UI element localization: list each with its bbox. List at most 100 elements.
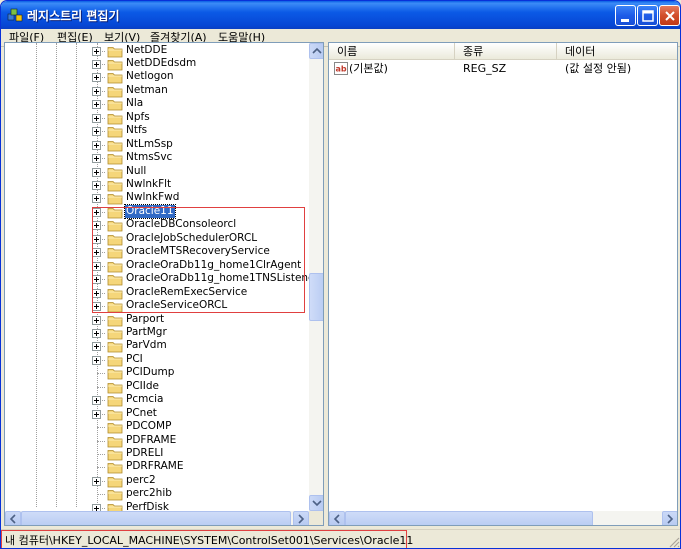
tree-item-label: Netlogon [126, 70, 174, 83]
tree-item-parport[interactable]: Parport [5, 313, 310, 327]
folder-icon [107, 396, 123, 407]
title-bar[interactable]: 레지스트리 편집기 [1, 1, 680, 29]
tree-item-label: PCnet [126, 406, 157, 419]
tree-item-label: PCIIde [126, 379, 159, 392]
tree-item-pdcomp[interactable]: PDCOMP [5, 420, 310, 434]
resize-grip-icon[interactable] [668, 536, 680, 548]
expand-plus-icon[interactable] [92, 113, 101, 123]
tree-item-ntfs[interactable]: Ntfs [5, 124, 310, 138]
scroll-right-button[interactable] [293, 511, 309, 525]
tree-item-label: ParVdm [126, 339, 167, 352]
minimize-button[interactable] [615, 5, 636, 26]
folder-icon [107, 490, 123, 501]
values-list-pane[interactable]: 이름 종류 데이터 ab (기본값) REG_SZ (값 설정 안됨) [328, 42, 678, 526]
column-name[interactable]: 이름 [329, 43, 455, 60]
tree-item-netddedsdm[interactable]: NetDDEdsdm [5, 57, 310, 71]
folder-icon [107, 423, 123, 434]
expand-plus-icon[interactable] [92, 328, 101, 338]
horizontal-scroll-thumb[interactable] [21, 511, 291, 525]
folder-icon [107, 46, 123, 57]
folder-icon [107, 409, 123, 421]
expand-plus-icon[interactable] [92, 86, 101, 96]
tree-item-label: Pcmcia [126, 393, 164, 406]
expand-plus-icon[interactable] [92, 127, 101, 137]
tree-item-pdframe[interactable]: PDFRAME [5, 434, 310, 448]
tree-item-partmgr[interactable]: PartMgr [5, 326, 310, 340]
tree-vertical-scrollbar[interactable] [309, 43, 323, 511]
chevron-right-icon [667, 514, 674, 524]
oracle-highlight-box [92, 207, 305, 313]
tree-item-npfs[interactable]: Npfs [5, 110, 310, 125]
scroll-right-button[interactable] [662, 511, 677, 525]
tree-item-netlogon[interactable]: Netlogon [5, 70, 310, 84]
close-icon [665, 11, 675, 21]
tree-item-nwlnkfwd[interactable]: NwlnkFwd [5, 191, 310, 205]
tree-connector [97, 454, 105, 455]
folder-icon [107, 60, 123, 71]
tree-item-pcnet[interactable]: PCnet [5, 406, 310, 421]
scroll-down-button[interactable] [309, 495, 323, 511]
scroll-thumb[interactable] [309, 273, 323, 321]
tree-item-label: Npfs [126, 110, 150, 123]
tree-item-netdde[interactable]: NetDDE [5, 44, 310, 58]
tree-item-label: NtmsSvc [126, 151, 173, 164]
tree-item-perc2[interactable]: perc2 [5, 474, 310, 488]
column-type[interactable]: 종류 [455, 43, 557, 60]
tree-item-label: PDRELI [126, 447, 164, 459]
expand-plus-icon[interactable] [92, 396, 101, 406]
expand-plus-icon[interactable] [92, 194, 101, 204]
value-type: REG_SZ [463, 62, 507, 75]
expand-plus-icon[interactable] [92, 59, 101, 69]
column-data[interactable]: 데이터 [557, 43, 677, 60]
expand-plus-icon[interactable] [92, 46, 101, 56]
tree-item-label: NwlnkFwd [126, 191, 180, 204]
expand-plus-icon[interactable] [92, 315, 101, 325]
tree-item-perc2hib[interactable]: perc2hib [5, 487, 310, 501]
list-item[interactable]: ab (기본값) REG_SZ (값 설정 안됨) [329, 62, 677, 76]
tree-item-null[interactable]: Null [5, 165, 310, 179]
tree-item-netman[interactable]: Netman [5, 84, 310, 98]
svg-text:ab: ab [336, 65, 347, 74]
tree-item-pdreli[interactable]: PDRELI [5, 447, 310, 461]
folder-icon [107, 355, 123, 367]
tree-item-pdrframe[interactable]: PDRFRAME [5, 460, 310, 474]
folder-icon [107, 382, 123, 394]
expand-plus-icon[interactable] [92, 409, 101, 419]
tree-item-pcmcia[interactable]: Pcmcia [5, 393, 310, 407]
tree-item-nla[interactable]: Nla [5, 97, 310, 111]
tree-item-ntlmssp[interactable]: NtLmSsp [5, 138, 310, 152]
expand-plus-icon[interactable] [92, 154, 101, 164]
tree-item-parvdm[interactable]: ParVdm [5, 339, 310, 353]
scroll-up-button[interactable] [309, 43, 323, 59]
chevron-down-icon [312, 500, 322, 507]
tree-item-nwlnkflt[interactable]: NwlnkFlt [5, 178, 310, 192]
close-button[interactable] [659, 5, 680, 26]
tree-item-label: perc2hib [126, 487, 172, 500]
list-horizontal-scrollbar[interactable] [329, 511, 677, 525]
tree-item-ntmssvc[interactable]: NtmsSvc [5, 151, 310, 165]
expand-plus-icon[interactable] [92, 342, 101, 352]
registry-tree-pane[interactable]: NetDDE NetDDEdsdm Netlogon Netman Nla Npfs Ntf… [4, 42, 324, 526]
tree-horizontal-scrollbar[interactable] [5, 511, 309, 525]
maximize-button[interactable] [637, 5, 658, 26]
expand-plus-icon[interactable] [92, 181, 101, 190]
expand-plus-icon[interactable] [92, 476, 101, 486]
tree-item-label: PCI [126, 352, 143, 365]
value-name: (기본값) [349, 62, 388, 75]
tree-item-pcidump[interactable]: PCIDump [5, 366, 310, 380]
folder-icon [107, 436, 123, 447]
expand-plus-icon[interactable] [92, 73, 101, 83]
tree-item-pciide[interactable]: PCIIde [5, 379, 310, 394]
expand-plus-icon[interactable] [92, 167, 101, 177]
expand-plus-icon[interactable] [92, 355, 101, 365]
scroll-left-button[interactable] [329, 511, 345, 525]
registry-editor-icon [7, 8, 23, 22]
expand-plus-icon[interactable] [92, 100, 101, 110]
scroll-left-button[interactable] [5, 511, 21, 525]
tree-item-pci[interactable]: PCI [5, 352, 310, 367]
tree-connector [97, 494, 105, 496]
expand-plus-icon[interactable] [92, 140, 101, 150]
registry-editor-window: 레지스트리 편집기 파일(F) 편집(E) 보기(V) 즐겨찾기(A) 도움말(… [0, 0, 681, 549]
tree-item-label: PCIDump [126, 366, 175, 379]
horizontal-scroll-thumb[interactable] [345, 511, 593, 525]
